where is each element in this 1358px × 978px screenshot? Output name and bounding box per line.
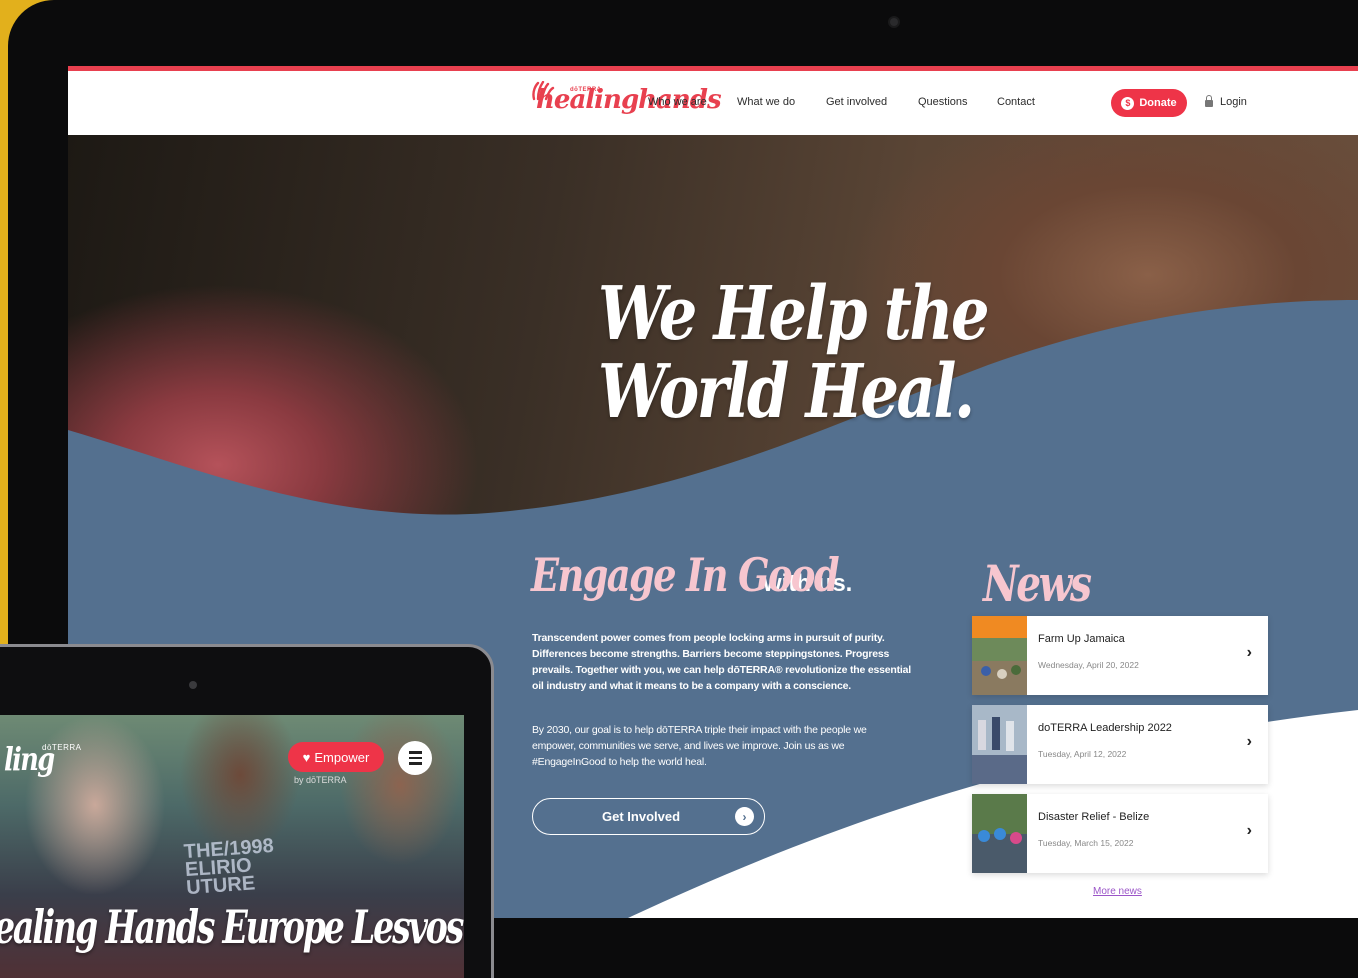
donate-button[interactable]: $ Donate [1111,89,1187,117]
nav-contact[interactable]: Contact [997,96,1035,108]
news-thumbnail-image [972,705,1027,784]
engage-heading: Engage In Good with us. [531,548,852,602]
news-card[interactable]: doTERRA Leadership 2022 Tuesday, April 1… [972,705,1268,784]
engage-script-text: Engage In Good [531,548,840,602]
get-involved-button[interactable]: Get Involved › [532,798,765,835]
tablet-caption: by dōTERRA [294,775,347,785]
nav-get-involved[interactable]: Get involved [826,96,887,108]
news-card[interactable]: Farm Up Jamaica Wednesday, April 20, 202… [972,616,1268,695]
tablet-screen: dōTERRA ling ♥ Empower by dōTERRA THE/19… [0,715,464,978]
news-title: doTERRA Leadership 2022 [1038,722,1172,734]
top-navbar: dōTERRA healinghands Who we are What we … [68,71,1358,135]
news-date: Tuesday, April 12, 2022 [1038,749,1127,759]
get-involved-label: Get Involved [602,809,681,824]
news-date: Tuesday, March 15, 2022 [1038,838,1134,848]
camera-dot [888,16,900,28]
lock-icon [1205,95,1213,107]
donate-label: Donate [1139,97,1177,109]
engage-paragraph-2: By 2030, our goal is to help dōTERRA tri… [532,724,867,768]
tshirt-print: THE/1998 ELIRIO UTURE [183,834,275,900]
news-card[interactable]: Disaster Relief - Belize Tuesday, March … [972,794,1268,873]
nav-questions[interactable]: Questions [918,96,968,108]
tablet-camera [189,681,197,689]
tablet-device: dōTERRA ling ♥ Empower by dōTERRA THE/19… [0,644,494,978]
login-link[interactable]: Login [1205,95,1247,108]
news-heading: News [983,554,1092,613]
tablet-logo: ling [4,740,55,778]
nav-what-we-do[interactable]: What we do [737,96,795,108]
news-title: Disaster Relief - Belize [1038,811,1150,823]
heart-icon: ♥ [302,749,311,765]
hero-headline-line1: We Help the [598,271,990,357]
login-label: Login [1220,96,1247,108]
chevron-right-icon: › [1246,733,1252,750]
news-title: Farm Up Jamaica [1038,633,1125,645]
nav-who-we-are[interactable]: Who we are [648,96,707,108]
chevron-right-icon: › [1246,822,1252,839]
hero-headline: We Help the World Heal. [598,271,990,435]
more-news-link[interactable]: More news [1093,886,1142,897]
news-thumbnail-image [972,616,1027,695]
dollar-icon: $ [1121,96,1135,110]
healing-hands-logo[interactable]: dōTERRA healinghands [530,81,722,129]
empower-button[interactable]: ♥ Empower [288,742,384,772]
chevron-right-icon: › [1246,644,1252,661]
news-thumbnail-image [972,794,1027,873]
arrow-right-icon: › [735,807,754,826]
hero-headline-line2: World Heal. [598,349,975,435]
hamburger-menu-icon[interactable] [398,741,432,775]
empower-label: Empower [314,749,370,765]
tablet-headline: ealing Hands Europe Lesvos [0,900,464,954]
news-date: Wednesday, April 20, 2022 [1038,660,1139,670]
engage-paragraph-1: Transcendent power comes from people loc… [532,632,911,692]
